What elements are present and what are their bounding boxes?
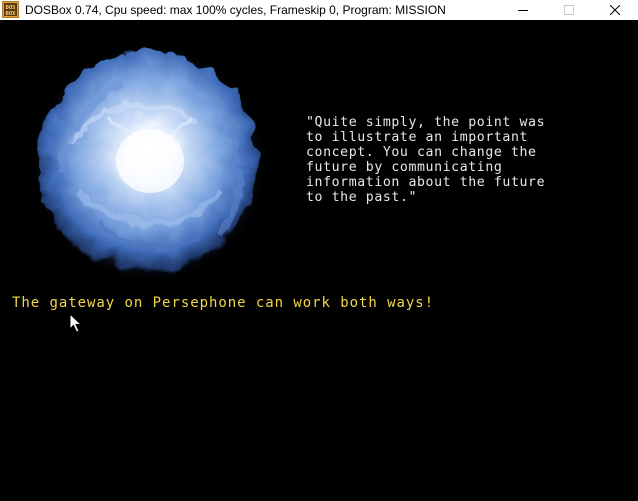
quote-line: to the past.": [306, 190, 418, 205]
mouse-pointer-icon: [69, 313, 83, 333]
quote-line: to illustrate an important: [306, 130, 529, 145]
close-button[interactable]: [592, 0, 638, 20]
maximize-icon: [564, 5, 574, 15]
quote-text: "Quite simply, the point was to illustra…: [306, 115, 626, 205]
quote-line: information about the future: [306, 175, 546, 190]
quote-line: "Quite simply, the point was: [306, 115, 546, 130]
dosbox-app-icon: DOS BOX: [2, 1, 19, 18]
icon-text-bottom: BOX: [6, 11, 17, 17]
dos-game-screen[interactable]: "Quite simply, the point was to illustra…: [0, 20, 638, 501]
title-bar[interactable]: DOS BOX DOSBox 0.74, Cpu speed: max 100%…: [0, 0, 638, 20]
quote-line: concept. You can change the: [306, 145, 537, 160]
dosbox-window: DOS BOX DOSBox 0.74, Cpu speed: max 100%…: [0, 0, 638, 501]
maximize-button[interactable]: [546, 0, 592, 20]
minimize-button[interactable]: [500, 0, 546, 20]
minimize-icon: [518, 10, 528, 11]
window-title: DOSBox 0.74, Cpu speed: max 100% cycles,…: [25, 3, 446, 17]
glowing-blue-sphere: [30, 43, 268, 283]
close-icon: [610, 5, 620, 15]
story-caption: The gateway on Persephone can work both …: [12, 295, 435, 311]
quote-line: future by communicating: [306, 160, 503, 175]
